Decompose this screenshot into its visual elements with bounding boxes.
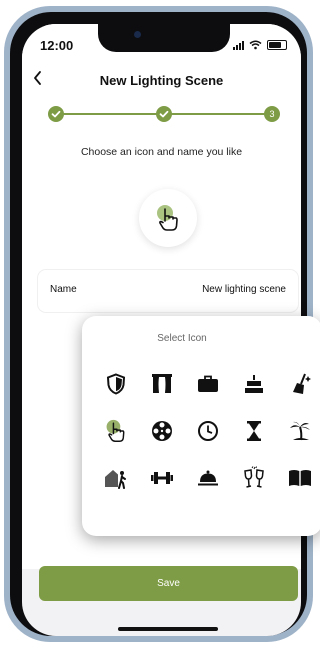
hourglass-icon [247, 421, 261, 441]
icon-option-film-reel[interactable] [150, 419, 174, 443]
status-time: 12:00 [40, 38, 74, 53]
icon-grid [104, 372, 312, 490]
champagne-icon [244, 466, 264, 488]
icon-option-clock[interactable] [196, 419, 220, 443]
step-1 [48, 106, 64, 122]
icon-option-champagne[interactable] [242, 466, 266, 490]
icon-option-beach[interactable] [288, 419, 312, 443]
hand-pointer-icon [157, 205, 178, 231]
home-walk-icon [105, 470, 126, 489]
name-value[interactable]: New lighting scene [202, 284, 286, 295]
icon-option-cloche[interactable] [196, 466, 220, 490]
briefcase-icon [198, 375, 218, 392]
icon-option-broom[interactable] [288, 372, 312, 396]
cake-icon [245, 375, 263, 393]
popup-title: Select Icon [157, 333, 207, 344]
icon-option-dumbbell[interactable] [150, 466, 174, 490]
select-icon-popup: Select Icon [82, 316, 320, 536]
cloche-icon [198, 470, 218, 486]
selected-icon-preview[interactable] [139, 189, 197, 247]
shield-icon [106, 373, 126, 395]
icon-option-shield[interactable] [104, 372, 128, 396]
icon-option-hourglass[interactable] [242, 419, 266, 443]
film-reel-icon [152, 421, 172, 441]
signal-icon [233, 40, 244, 50]
battery-icon [267, 40, 287, 50]
icon-option-hand-pointer[interactable] [104, 419, 128, 443]
icon-option-theater[interactable] [150, 372, 174, 396]
progress-stepper: 3 [48, 106, 280, 122]
check-icon [159, 110, 169, 118]
subtitle: Choose an icon and name you like [80, 146, 243, 158]
notch [98, 24, 230, 52]
clock-icon [198, 421, 218, 441]
book-icon [289, 470, 311, 486]
save-button[interactable]: Save [39, 566, 298, 601]
check-icon [51, 110, 61, 118]
dumbbell-icon [151, 472, 173, 484]
theater-icon [152, 374, 172, 393]
name-field[interactable]: Name New lighting scene [38, 270, 298, 312]
step-2 [156, 106, 172, 122]
icon-option-briefcase[interactable] [196, 372, 220, 396]
beach-icon [290, 421, 310, 441]
camera-icon [134, 31, 141, 38]
broom-icon [293, 373, 311, 394]
name-label: Name [50, 284, 77, 295]
icon-option-home-walk[interactable] [104, 466, 128, 490]
status-icons [233, 40, 287, 50]
icon-option-book[interactable] [288, 466, 312, 490]
home-indicator [118, 627, 218, 631]
page-title: New Lighting Scene [99, 73, 224, 88]
hand-pointer-icon [106, 419, 125, 443]
step-3: 3 [264, 106, 280, 122]
icon-option-cake[interactable] [242, 372, 266, 396]
wifi-icon [249, 40, 262, 50]
